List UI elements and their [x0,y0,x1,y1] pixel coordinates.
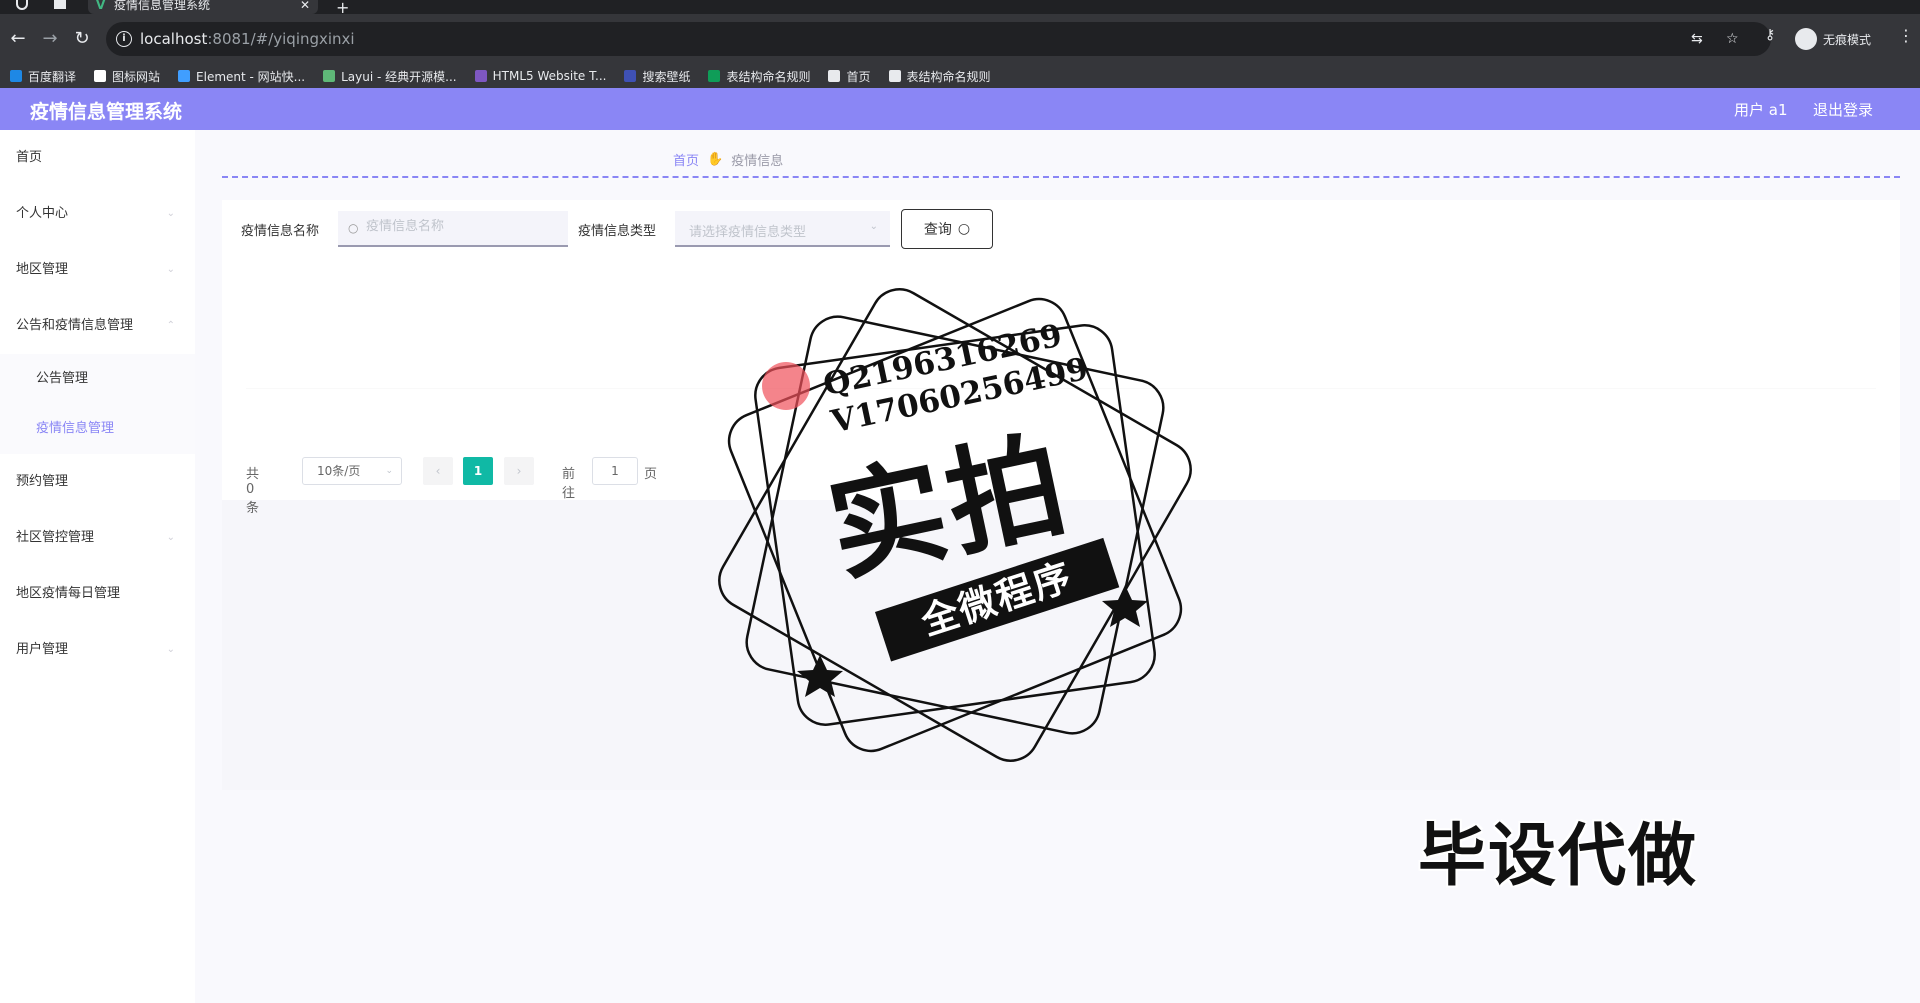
bookmark-label: 百度翻译 [28,69,77,84]
goto-label: 前往 [562,467,576,501]
incognito-label: 无痕模式 [1823,32,1872,47]
close-tab-icon[interactable]: ✕ [300,0,310,11]
breadcrumb: 首页 ✋ 疫情信息 [673,150,783,169]
bookmark-favicon-icon [828,70,841,82]
globe-icon [16,0,28,10]
sidebar-item-daily[interactable]: 地区疫情每日管理 [0,566,195,622]
page-suffix: 页 [644,467,658,482]
url-text: localhost:8081/#/yiqingxinxi [140,30,355,48]
bookmark-label: 表结构命名规则 [726,69,811,84]
name-search-input[interactable] [366,219,556,234]
bookmark-item[interactable]: 表结构命名规则 [888,68,991,85]
page-size-select[interactable]: 10条/页 ⌄ [302,457,402,485]
bookmark-item[interactable]: 图标网站 [94,68,160,85]
sidebar-item-notice-epidemic[interactable]: 公告和疫情信息管理 ⌃ [0,298,195,354]
bookmark-favicon-icon [178,70,191,82]
vue-icon: V [96,0,106,12]
prev-page-button[interactable]: ‹ [423,457,453,485]
bookmark-label: HTML5 Website T... [492,69,607,83]
bookmark-item[interactable]: Element - 网站快... [178,68,305,85]
sidebar: 首页 个人中心 ⌄ 地区管理 ⌄ 公告和疫情信息管理 ⌃ 公告管理 疫情信息管理 预约… [0,130,195,1003]
type-select[interactable]: 请选择疫情信息类型 ⌄ [675,211,890,247]
browser-tab[interactable]: V 疫情信息管理系统 ✕ [88,0,318,14]
bookmark-label: 图标网站 [112,69,161,84]
chevron-down-icon: ⌄ [166,644,175,655]
next-page-button[interactable]: › [504,457,534,485]
incognito-icon [1795,28,1817,50]
window-icon [54,0,66,9]
bookmark-favicon-icon [708,70,721,82]
name-label: 疫情信息名称 [241,224,320,239]
incognito-indicator[interactable]: 无痕模式 [1795,22,1871,56]
breadcrumb-home[interactable]: 首页 [673,150,699,169]
forward-button[interactable]: → [38,27,62,51]
bookmark-label: 表结构命名规则 [906,69,991,84]
browser-toolbar: ← → ↻ i localhost:8081/#/yiqingxinxi ⇆ ☆… [0,14,1920,64]
app-title: 疫情信息管理系统 [30,101,183,123]
page-number-current[interactable]: 1 [463,457,493,485]
bookmark-favicon-icon [323,70,336,82]
app-header: 疫情信息管理系统 用户 a1 退出登录 [0,88,1920,130]
goto-page-input[interactable]: 1 [592,457,638,485]
query-label: 查询 [923,222,952,238]
breadcrumb-current: 疫情信息 [731,154,784,169]
cursor-highlight [762,362,810,410]
bookmark-item[interactable]: 搜索壁纸 [624,68,690,85]
user-label: 用户 a1 [1734,101,1788,119]
chevron-down-icon: ⌄ [166,264,175,275]
query-button[interactable]: 查询 ○ [901,209,993,249]
menu-kebab-icon[interactable]: ⋮ [1898,26,1914,45]
bookmark-label: 首页 [846,69,871,84]
sidebar-item-region[interactable]: 地区管理 ⌄ [0,242,195,298]
info-icon[interactable]: i [116,31,132,47]
bookmark-label: 搜索壁纸 [642,69,691,84]
bookmark-item[interactable]: 首页 [828,68,871,85]
bookmark-favicon-icon [888,70,901,82]
bookmark-item[interactable]: HTML5 Website T... [474,69,607,83]
bookmark-favicon-icon [94,70,107,82]
logout-button[interactable]: 退出登录 [1813,99,1873,120]
chevron-down-icon: ⌄ [166,532,175,543]
watermark-corner-text: 毕设代做 [1418,817,1699,896]
bookmark-label: Layui - 经典开源模... [341,69,457,84]
star-icon[interactable]: ☆ [1726,31,1739,47]
pagination-total: 共 0 条 [246,467,260,516]
chevron-up-icon: ⌃ [166,320,175,331]
bookmark-item[interactable]: 表结构命名规则 [708,68,810,85]
bookmark-item[interactable]: Layui - 经典开源模... [323,68,457,85]
sidebar-item-notice[interactable]: 公告管理 [0,354,195,404]
sidebar-item-epidemic-info[interactable]: 疫情信息管理 [0,404,195,454]
address-bar[interactable]: i localhost:8081/#/yiqingxinxi ⇆ ☆ [106,22,1771,56]
search-icon: ○ [348,221,359,235]
search-icon: ○ [957,221,971,237]
bookmark-item[interactable]: 百度翻译 [10,68,76,85]
sidebar-item-appointment[interactable]: 预约管理 [0,454,195,510]
bookmark-favicon-icon [624,70,637,82]
sidebar-item-users[interactable]: 用户管理 ⌄ [0,622,195,678]
type-label: 疫情信息类型 [578,224,657,239]
key-icon[interactable]: ⚷ [1765,27,1775,43]
reload-button[interactable]: ↻ [70,27,94,51]
browser-tabstrip: V 疫情信息管理系统 ✕ + [0,0,1920,17]
type-select-placeholder: 请选择疫情信息类型 [689,225,807,240]
divider [222,176,1900,178]
hand-icon: ✋ [707,152,724,167]
bookmark-favicon-icon [474,70,487,82]
chevron-down-icon: ⌄ [869,221,878,232]
sidebar-item-profile[interactable]: 个人中心 ⌄ [0,186,195,242]
name-search-field[interactable]: ○ [338,211,568,247]
bookmark-favicon-icon [10,70,22,82]
bookmarks-bar: 百度翻译 图标网站 Element - 网站快... Layui - 经典开源模...… [0,64,1920,88]
sidebar-item-community[interactable]: 社区管控管理 ⌄ [0,510,195,566]
tab-title: 疫情信息管理系统 [114,0,211,12]
sidebar-item-home[interactable]: 首页 [0,130,195,186]
chevron-down-icon: ⌄ [385,466,393,476]
back-button[interactable]: ← [6,27,30,51]
bookmark-label: Element - 网站快... [196,69,306,84]
translate-icon[interactable]: ⇆ [1691,31,1703,47]
chevron-down-icon: ⌄ [166,208,175,219]
